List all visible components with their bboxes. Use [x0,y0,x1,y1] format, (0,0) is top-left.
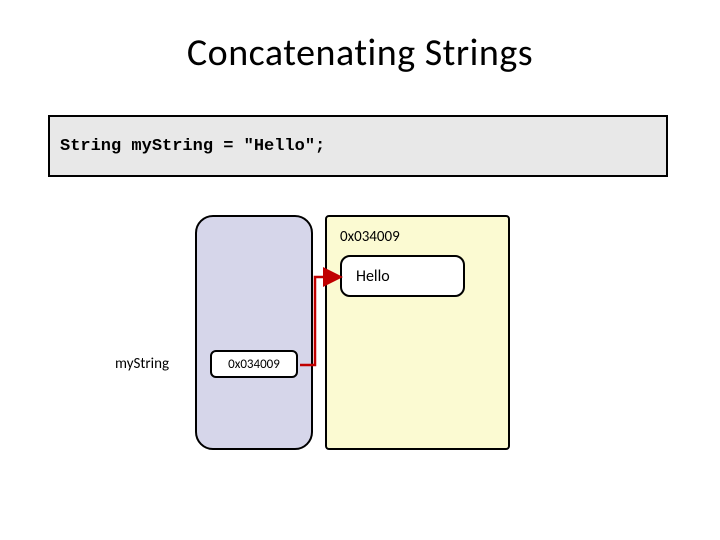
stack-variable-name: myString [115,355,169,373]
slide-title: Concatenating Strings [0,30,720,76]
stack-variable-value: 0x034009 [228,357,280,372]
heap-object-value: Hello [356,267,390,286]
code-snippet: String myString = "Hello"; [60,137,325,156]
heap-memory-box [325,215,510,450]
heap-address-label: 0x034009 [340,228,400,246]
stack-memory-box [195,215,313,450]
heap-object-box: Hello [340,255,465,297]
stack-variable-value-box: 0x034009 [210,350,298,378]
code-snippet-box: String myString = "Hello"; [48,115,668,177]
